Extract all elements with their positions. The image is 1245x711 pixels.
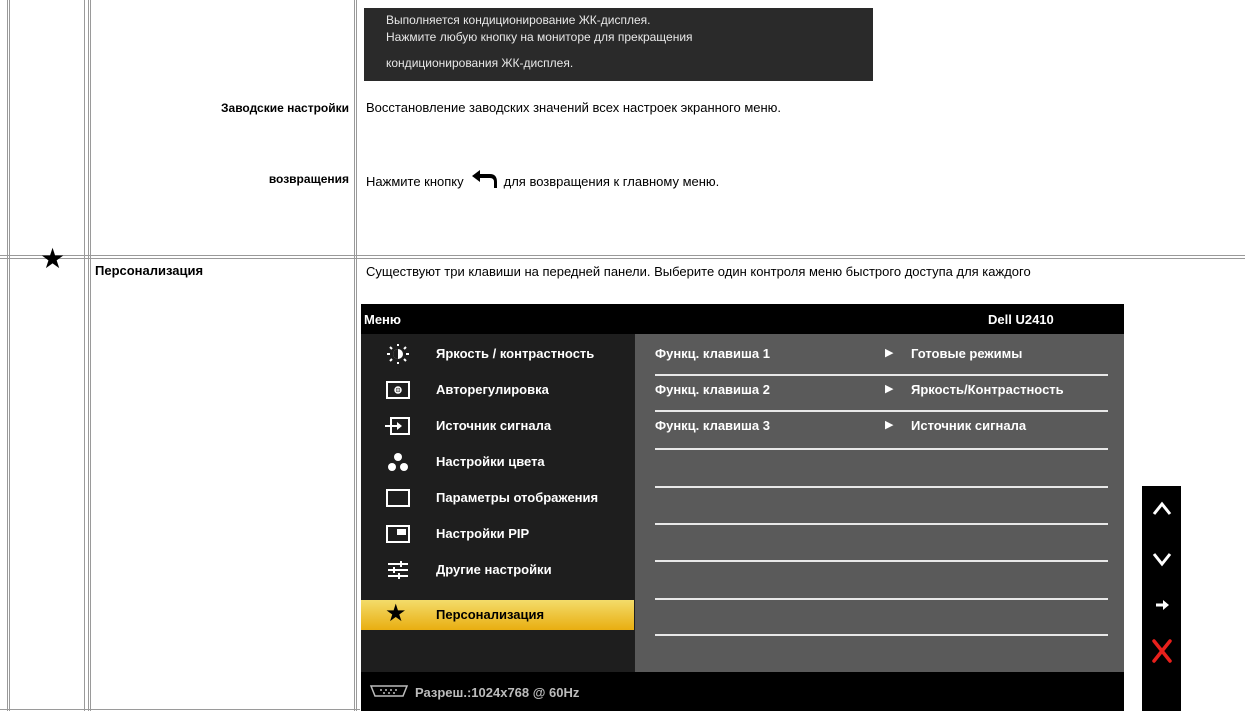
factory-reset-label: Заводские настройки [221, 101, 349, 115]
play-arrow-icon: ▶ [885, 419, 894, 431]
menu-item-label: Настройки PIP [436, 526, 530, 541]
separator [655, 634, 1108, 636]
shortcut-row-1[interactable]: Функц. клавиша 1 ▶ Готовые режимы [635, 336, 1124, 372]
factory-reset-description: Восстановление заводских значений всех н… [366, 100, 782, 115]
menu-item-display-settings[interactable]: Параметры отображения [361, 480, 634, 516]
menu-item-label: Яркость / контрастность [436, 346, 595, 361]
display-settings-icon [385, 488, 411, 508]
row-divider-bottom [0, 258, 1245, 259]
column-divider-1 [84, 0, 85, 711]
shortcut-row-3[interactable]: Функц. клавиша 3 ▶ Источник сигнала [635, 408, 1124, 444]
menu-item-label: Другие настройки [436, 562, 552, 577]
menu-item-auto-adjust[interactable]: Авторегулировка [361, 372, 634, 408]
notice-line-2: Нажмите любую кнопку на мониторе для пре… [386, 30, 693, 44]
monitor-button-bar [1142, 486, 1181, 711]
shortcut-row-2[interactable]: Функц. клавиша 2 ▶ Яркость/Контрастность [635, 372, 1124, 408]
osd-title: Меню [364, 312, 402, 327]
shortcut-value: Яркость/Контрастность [911, 382, 1064, 397]
personalize-description: Существуют три клавиши на передней панел… [366, 264, 1031, 279]
menu-item-label: Авторегулировка [436, 382, 549, 397]
menu-item-color-settings[interactable]: Настройки цвета [361, 444, 634, 480]
menu-item-label: Параметры отображения [436, 490, 599, 505]
menu-item-label: Настройки цвета [436, 454, 545, 469]
notice-line-3: кондиционирования ЖК-дисплея. [386, 56, 574, 70]
play-arrow-icon: ▶ [885, 383, 894, 395]
pip-settings-icon [385, 524, 411, 544]
separator [655, 560, 1108, 562]
column-divider-1b [88, 0, 89, 711]
input-source-icon [385, 416, 411, 436]
osd-shortcut-panel: Функц. клавиша 1 ▶ Готовые режимы Функц.… [635, 334, 1124, 672]
row-divider-top [0, 255, 1245, 256]
return-text-after: для возвращения к главному меню. [503, 174, 720, 189]
table-bottom-border [0, 709, 360, 710]
star-icon: ★ [385, 600, 407, 627]
table-border-left [7, 0, 8, 711]
separator [655, 523, 1108, 525]
shortcut-key-label: Функц. клавиша 1 [655, 346, 770, 361]
menu-item-personalize[interactable]: ★ Персонализация [361, 600, 634, 630]
table-border-left-inner [9, 0, 10, 711]
return-label: возвращения [268, 172, 349, 186]
return-icon [470, 168, 498, 190]
brightness-icon [385, 344, 411, 364]
play-arrow-icon: ▶ [885, 347, 894, 359]
shortcut-value: Источник сигнала [911, 418, 1027, 433]
shortcut-key-label: Функц. клавиша 2 [655, 382, 770, 397]
separator [655, 486, 1108, 488]
osd-main-menu: Яркость / контрастность Авторегулировка … [361, 334, 634, 674]
osd-menu: Меню Dell U2410 Яркость / контрастность … [361, 304, 1124, 711]
vga-connector-icon [369, 684, 409, 701]
osd-header: Меню Dell U2410 [361, 304, 1124, 334]
menu-item-brightness[interactable]: Яркость / контрастность [361, 336, 634, 372]
column-divider-2 [90, 0, 91, 711]
column-divider-3 [354, 0, 355, 711]
resolution-readout: Разреш.:1024x768 @ 60Hz [415, 685, 580, 700]
right-arrow-icon[interactable] [1142, 598, 1181, 617]
separator [655, 448, 1108, 450]
down-arrow-icon[interactable] [1142, 552, 1181, 573]
menu-item-input-source[interactable]: Источник сигнала [361, 408, 634, 444]
osd-footer: Разреш.:1024x768 @ 60Hz [361, 672, 1124, 711]
exit-icon[interactable] [1142, 638, 1181, 669]
notice-line-1: Выполняется кондиционирование ЖК-дисплея… [386, 13, 651, 27]
menu-item-other-settings[interactable]: Другие настройки [361, 552, 634, 588]
column-divider-3b [356, 0, 357, 711]
conditioning-notice: Выполняется кондиционирование ЖК-дисплея… [364, 8, 873, 81]
separator [655, 598, 1108, 600]
menu-item-label: Персонализация [436, 607, 545, 622]
shortcut-value: Готовые режимы [911, 346, 1023, 361]
return-description: Нажмите кнопку для возвращения к главному… [366, 168, 719, 190]
auto-adjust-icon [385, 380, 411, 400]
menu-item-label: Источник сигнала [436, 418, 552, 433]
return-text-before: Нажмите кнопку [366, 174, 464, 189]
star-icon: ★ [40, 243, 66, 274]
menu-item-pip-settings[interactable]: Настройки PIP [361, 516, 634, 552]
osd-model: Dell U2410 [988, 312, 1054, 327]
personalize-label: Персонализация [95, 263, 204, 278]
shortcut-key-label: Функц. клавиша 3 [655, 418, 770, 433]
up-arrow-icon[interactable] [1142, 500, 1181, 521]
color-settings-icon [385, 452, 411, 472]
other-settings-icon [385, 560, 411, 580]
